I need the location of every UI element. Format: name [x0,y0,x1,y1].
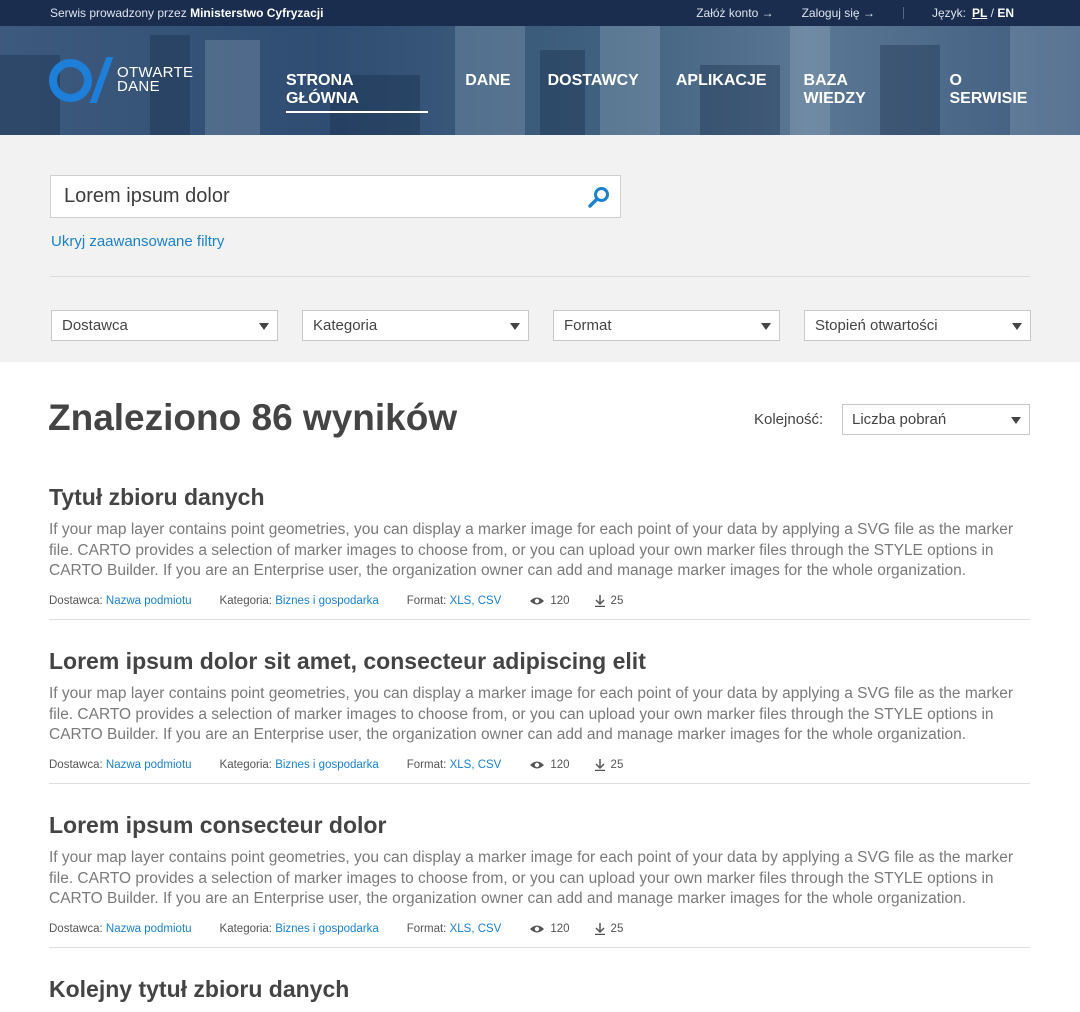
chevron-down-icon [1012,323,1022,330]
result-divider [49,618,1030,620]
provider-label: Dostawca: [49,758,103,771]
chevron-down-icon [1011,417,1021,424]
search-filters-panel: Lorem ipsum dolor Ukryj zaawansowane fil… [0,135,1080,362]
search-icon[interactable] [587,185,611,209]
category-label: Kategoria: [219,594,272,607]
result-item: Lorem ipsum dolor sit amet, consecteur a… [49,648,1030,784]
format-link[interactable]: XLS, CSV [450,923,502,935]
result-item: Kolejny tytuł zbioru danych [49,976,1030,1012]
result-item: Lorem ipsum consecteur dolor If your map… [49,812,1030,948]
views-count: 120 [550,922,570,935]
logo-circle-icon [49,58,92,102]
views-count: 120 [550,594,570,607]
format-link[interactable]: XLS, CSV [450,595,502,607]
download-icon [594,922,605,935]
category-label: Kategoria: [219,922,272,935]
filter-category-value: Kategoria [313,317,378,334]
eye-icon [530,597,545,604]
filter-openness-select[interactable]: Stopień otwartości [804,310,1031,341]
category-link[interactable]: Biznes i gospodarka [275,759,379,771]
eye-icon [530,761,545,768]
nav-home[interactable]: STRONA GŁÓWNA [286,72,429,113]
filters-divider [50,276,1030,277]
logo-line-2: DANE [117,78,160,95]
result-title-link[interactable]: Lorem ipsum consecteur dolor [49,812,1030,839]
provider-link[interactable]: Nazwa podmiotu [106,595,192,607]
results-count-heading: Znaleziono 86 wyników [48,397,458,438]
main-nav: STRONA GŁÓWNA DANE DOSTAWCY APLIKACJE BA… [286,72,1080,113]
result-divider [49,946,1030,948]
nav-about[interactable]: O SERWISIE [950,72,1044,113]
provider-label: Dostawca: [49,594,103,607]
filter-openness-value: Stopień otwartości [815,317,938,334]
lang-en-link[interactable]: EN [997,6,1014,20]
ministry-name: Ministerstwo Cyfryzacji [190,6,324,20]
language-switcher: Język: PL / EN [932,6,1014,20]
downloads-count: 25 [610,922,624,935]
category-link[interactable]: Biznes i gospodarka [275,595,379,607]
language-label: Język: [931,6,966,20]
filter-provider-select[interactable]: Dostawca [51,310,278,341]
format-link[interactable]: XLS, CSV [450,759,502,771]
service-prefix: Serwis prowadzony przez [50,6,187,20]
provider-label: Dostawca: [49,922,103,935]
register-link[interactable]: Załóż konto → [696,6,773,20]
category-label: Kategoria: [219,758,272,771]
lang-pl-link[interactable]: PL [972,6,987,20]
format-label: Format: [406,922,447,935]
toggle-advanced-filters-link[interactable]: Ukryj zaawansowane filtry [51,233,224,250]
eye-icon [530,925,545,932]
download-icon [594,594,605,607]
nav-knowledge-base[interactable]: BAZA WIEDZY [804,72,913,113]
result-description: If your map layer contains point geometr… [49,685,1014,743]
chevron-down-icon [259,323,269,330]
result-description: If your map layer contains point geometr… [49,521,1014,579]
result-divider [49,782,1030,784]
provider-link[interactable]: Nazwa podmiotu [106,759,192,771]
result-description: If your map layer contains point geometr… [49,849,1014,907]
filter-format-value: Format [564,317,612,334]
chevron-down-icon [761,323,771,330]
nav-data[interactable]: DANE [465,72,510,113]
nav-applications[interactable]: APLIKACJE [676,72,767,113]
format-label: Format: [406,758,447,771]
logo-slash-icon [89,57,114,103]
downloads-count: 25 [610,594,624,607]
login-link[interactable]: Zaloguj się → [802,6,875,20]
downloads-count: 25 [610,758,624,771]
top-bar: Serwis prowadzony przez Ministerstwo Cyf… [0,0,1080,26]
views-count: 120 [550,758,570,771]
filter-format-select[interactable]: Format [553,310,780,341]
site-logo[interactable]: OTWARTE DANE [49,57,193,103]
filter-category-select[interactable]: Kategoria [302,310,529,341]
header-banner: OTWARTE DANE STRONA GŁÓWNA DANE DOSTAWCY… [0,26,1080,135]
result-meta: Dostawca: Nazwa podmiotu Kategoria: Bizn… [49,922,1030,935]
nav-providers[interactable]: DOSTAWCY [548,72,639,113]
lang-separator: / [987,6,998,20]
sort-select[interactable]: Liczba pobrań [842,404,1030,435]
chevron-down-icon [510,323,520,330]
sort-label: Kolejność: [754,411,824,428]
result-item: Tytuł zbioru danych If your map layer co… [49,484,1030,620]
format-label: Format: [406,594,447,607]
result-title-link[interactable]: Lorem ipsum dolor sit amet, consecteur a… [49,648,1030,675]
logo-text: OTWARTE DANE [117,65,193,95]
provider-link[interactable]: Nazwa podmiotu [106,923,192,935]
result-meta: Dostawca: Nazwa podmiotu Kategoria: Bizn… [49,758,1030,771]
search-value: Lorem ipsum dolor [64,185,230,207]
sort-value: Liczba pobrań [852,411,947,428]
category-link[interactable]: Biznes i gospodarka [275,923,379,935]
result-meta: Dostawca: Nazwa podmiotu Kategoria: Bizn… [49,594,1030,607]
download-icon [594,758,605,771]
filter-provider-value: Dostawca [62,317,128,334]
topbar-divider [902,7,904,19]
result-title-link[interactable]: Tytuł zbioru danych [49,484,1030,511]
result-title-link[interactable]: Kolejny tytuł zbioru danych [49,976,1030,1003]
search-input[interactable]: Lorem ipsum dolor [50,175,621,218]
